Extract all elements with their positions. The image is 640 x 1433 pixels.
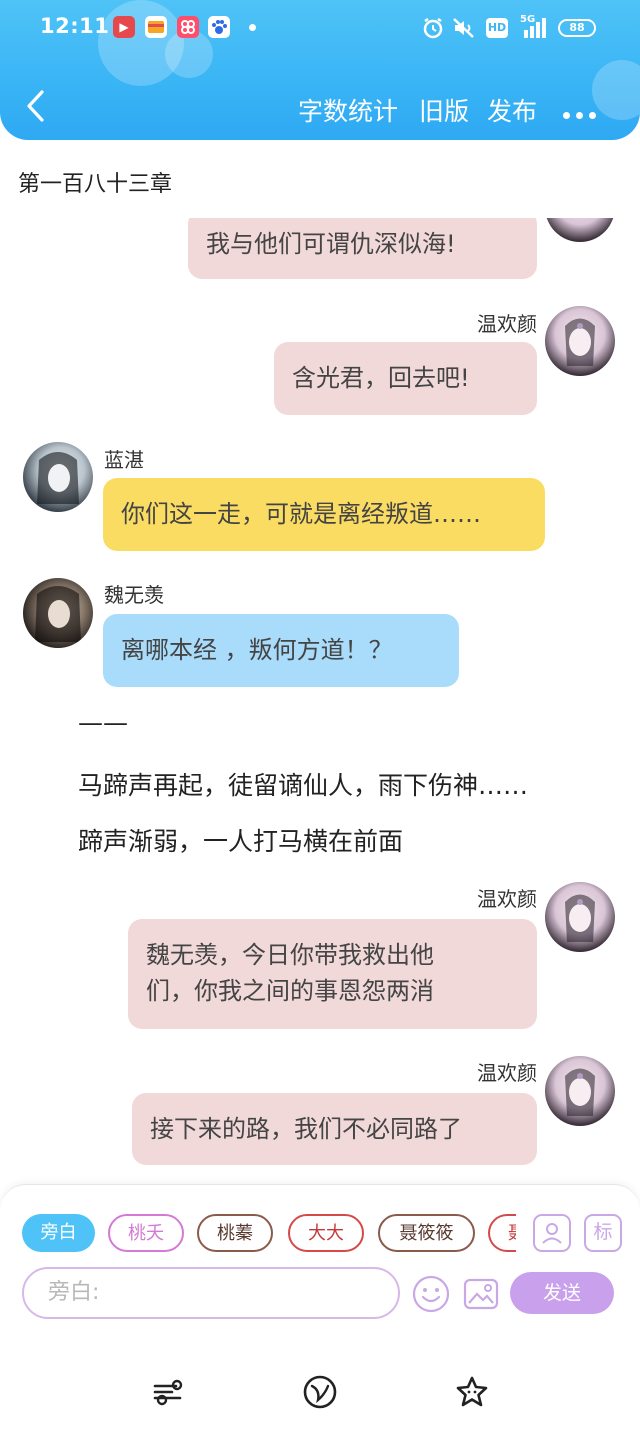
message-text-line: 们，你我之间的事恩怨两消 <box>146 977 434 1005</box>
status-time: 12:11 <box>40 14 110 38</box>
dot-icon <box>589 112 596 119</box>
status-bar: 12:11 ▶ HD 5G 88 <box>0 0 640 58</box>
message-text: 你们这一走，可就是离经叛道…… <box>121 500 481 528</box>
send-button[interactable]: 发送 <box>510 1272 614 1314</box>
message-text-line: 魏无羡，今日你带我救出他 <box>146 941 434 969</box>
compose-panel: 旁白 桃夭 桃蓁 大大 聂筱筱 聂 标 旁白: 发送 <box>0 1184 640 1354</box>
avatar-lan-zhan[interactable] <box>23 442 93 512</box>
message-bubble[interactable]: 接下来的路，我们不必同路了 <box>132 1093 537 1165</box>
outline-button[interactable] <box>150 1374 186 1410</box>
more-options-button[interactable] <box>563 104 602 123</box>
mute-icon <box>451 16 477 40</box>
chapter-title: 第一百八十三章 <box>18 172 173 197</box>
message-input[interactable]: 旁白: <box>22 1267 400 1319</box>
favorite-button[interactable] <box>454 1374 490 1410</box>
app-header: 12:11 ▶ HD 5G 88 字数统计 旧版 发布 <box>0 0 640 140</box>
bottom-toolbar <box>0 1354 640 1433</box>
tag-button[interactable]: 标 <box>584 1214 622 1252</box>
role-chip-narrator[interactable]: 旁白 <box>22 1214 95 1252</box>
video-app-icon: ▶ <box>113 16 135 38</box>
message-bubble[interactable]: 魏无羡，今日你带我救出他 们，你我之间的事恩怨两消 <box>128 919 537 1029</box>
avatar-wen-huanyan[interactable] <box>545 1056 615 1126</box>
smiley-icon <box>412 1275 450 1313</box>
back-button[interactable] <box>22 88 52 124</box>
battery-level: 88 <box>569 21 585 34</box>
role-chip[interactable]: 聂 <box>488 1214 516 1252</box>
shopping-app-icon <box>177 16 199 38</box>
outline-icon <box>153 1379 183 1406</box>
speaker-name: 蓝湛 <box>104 448 144 472</box>
message-text: 接下来的路，我们不必同路了 <box>150 1115 462 1143</box>
image-button[interactable] <box>461 1274 501 1314</box>
role-chip[interactable]: 聂筱筱 <box>378 1214 475 1252</box>
dot-icon <box>563 112 570 119</box>
star-icon <box>456 1376 488 1407</box>
hd-badge: HD <box>486 18 508 38</box>
narration-line: 蹄声渐弱，一人打马横在前面 <box>78 827 404 856</box>
speaker-name: 温欢颜 <box>477 887 537 911</box>
alarm-icon <box>421 16 445 40</box>
planet-button[interactable] <box>302 1374 338 1410</box>
avatar-wen-huanyan[interactable] <box>545 306 615 376</box>
speaker-name: 温欢颜 <box>477 312 537 336</box>
publish-button[interactable]: 发布 <box>487 92 537 128</box>
role-chip[interactable]: 桃夭 <box>108 1214 184 1252</box>
emoji-button[interactable] <box>411 1274 451 1314</box>
card-app-icon <box>145 16 167 38</box>
paw-app-icon <box>208 16 230 38</box>
narration-line: 马蹄声再起，徒留谪仙人，雨下伤神…… <box>78 771 529 800</box>
notification-dot <box>249 24 256 31</box>
image-icon <box>463 1278 499 1310</box>
battery-icon: 88 <box>558 19 596 37</box>
message-text: 我与他们可谓仇深似海! <box>206 230 456 258</box>
planet-icon <box>303 1375 337 1409</box>
old-version-button[interactable]: 旧版 <box>419 92 469 128</box>
role-chip[interactable]: 大大 <box>288 1214 364 1252</box>
chevron-left-icon <box>27 90 44 122</box>
top-nav-bar: 字数统计 旧版 发布 <box>0 72 640 140</box>
message-bubble[interactable]: 含光君，回去吧! <box>274 342 537 415</box>
message-text: 含光君，回去吧! <box>292 364 470 392</box>
message-bubble[interactable]: 离哪本经 ，叛何方道！？ <box>103 614 459 687</box>
role-card-button[interactable] <box>533 1214 571 1252</box>
avatar-wen-huanyan[interactable] <box>545 218 615 242</box>
chat-message-list[interactable]: 我与他们可谓仇深似海! 温欢颜 含光君，回去吧! 蓝湛 你们这一走，可就是离经叛… <box>0 218 640 1178</box>
speaker-name: 温欢颜 <box>477 1061 537 1085</box>
message-text: 离哪本经 ，叛何方道！？ <box>121 636 393 664</box>
avatar-wen-huanyan[interactable] <box>545 882 615 952</box>
message-bubble[interactable]: 你们这一走，可就是离经叛道…… <box>103 478 545 551</box>
message-bubble[interactable]: 我与他们可谓仇深似海! <box>188 218 537 279</box>
role-chip[interactable]: 桃蓁 <box>197 1214 273 1252</box>
user-card-icon <box>542 1223 562 1244</box>
dot-icon <box>576 112 583 119</box>
avatar-wei-wuxian[interactable] <box>23 578 93 648</box>
speaker-name: 魏无羡 <box>104 583 164 607</box>
word-count-button[interactable]: 字数统计 <box>298 92 398 128</box>
narration-line: —— <box>78 708 128 737</box>
